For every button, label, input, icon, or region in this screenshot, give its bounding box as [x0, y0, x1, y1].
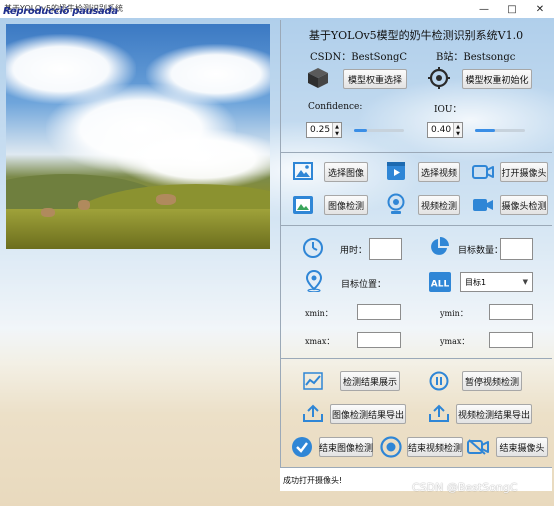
- ymin-field: [489, 304, 533, 320]
- upload-icon: [429, 404, 449, 422]
- iou-label: IOU：: [434, 105, 462, 115]
- upload-icon: [303, 404, 323, 422]
- show-results-button[interactable]: 检测结果展示: [340, 371, 400, 391]
- video-display: [6, 24, 270, 249]
- confidence-slider-fill: [354, 129, 367, 132]
- ymax-field: [489, 332, 533, 348]
- export-image-results-button[interactable]: 图像检测结果导出: [330, 404, 406, 424]
- maximize-button[interactable]: □: [498, 0, 526, 18]
- minimize-button[interactable]: —: [470, 0, 498, 18]
- cube-icon: [308, 68, 328, 88]
- bilibili-label: B站：Bestsongc: [436, 52, 516, 63]
- model-weight-init-button[interactable]: 模型权重初始化: [462, 69, 532, 89]
- status-text: 成功打开摄像头!: [283, 476, 343, 485]
- export-video-results-button[interactable]: 视频检测结果导出: [456, 404, 532, 424]
- webcam-icon: [387, 193, 405, 214]
- spin-arrows[interactable]: ▲ ▼: [332, 123, 341, 137]
- target-settings-icon: [428, 67, 450, 89]
- spin-arrows[interactable]: ▲ ▼: [453, 123, 462, 137]
- location-pin-icon: [305, 270, 323, 292]
- panel-border: [280, 20, 281, 490]
- time-label: 用时：: [340, 246, 368, 256]
- time-value-field: [369, 238, 402, 260]
- select-image-button[interactable]: 选择图像: [324, 162, 368, 182]
- section-divider: [280, 225, 552, 226]
- target-select-value: 目标1: [465, 277, 487, 287]
- end-image-detect-button[interactable]: 结束图像检测: [319, 437, 373, 457]
- app-heading: 基于YOLOv5模型的奶牛检测识别系统V1.0: [308, 29, 524, 42]
- confidence-value: 0.25: [310, 125, 331, 135]
- iou-slider[interactable]: [475, 129, 525, 132]
- check-circle-icon: [292, 437, 312, 457]
- target-select-dropdown[interactable]: 目标1 ▼: [460, 272, 533, 292]
- model-weight-select-button[interactable]: 模型权重选择: [343, 69, 407, 89]
- image-detect-button[interactable]: 图像检测: [324, 195, 368, 215]
- confidence-slider[interactable]: [354, 129, 404, 132]
- camera-detect-icon: [473, 199, 493, 211]
- section-divider: [280, 358, 552, 359]
- video-file-icon: [387, 162, 405, 180]
- pause-icon: [429, 371, 449, 391]
- iou-slider-fill: [475, 129, 495, 132]
- csdn-label: CSDN：BestSongC: [310, 52, 408, 63]
- ymax-label: ymax：: [440, 337, 470, 346]
- title-bar: 基于YOLOv5的奶牛检测识别系统 Reproducció pausada — …: [0, 0, 554, 18]
- confidence-spinbox[interactable]: 0.25 ▲ ▼: [306, 122, 342, 138]
- line-chart-icon: [303, 372, 323, 390]
- video-detect-button[interactable]: 视频检测: [418, 195, 460, 215]
- xmax-field: [357, 332, 401, 348]
- window-controls: — □ ✕: [470, 0, 554, 18]
- cow-figure: [156, 194, 176, 205]
- stop-icon: [380, 436, 402, 458]
- svg-text:ALL: ALL: [431, 280, 450, 290]
- csdn-watermark: CSDN @BestSongC: [412, 481, 518, 494]
- close-button[interactable]: ✕: [526, 0, 554, 18]
- camera-icon: [472, 165, 494, 179]
- iou-value: 0.40: [431, 125, 452, 135]
- end-video-detect-button[interactable]: 结束视频检测: [407, 437, 463, 457]
- camera-off-icon: [467, 439, 489, 455]
- ymin-label: ymin：: [440, 309, 468, 318]
- image-icon: [293, 162, 313, 180]
- image-detect-icon: [293, 196, 313, 214]
- iou-spinbox[interactable]: 0.40 ▲ ▼: [427, 122, 463, 138]
- pie-chart-icon: [431, 237, 449, 255]
- chevron-down-icon: ▼: [522, 278, 528, 286]
- confidence-label: Confidence:: [308, 102, 363, 112]
- open-camera-button[interactable]: 打开摄像头: [500, 162, 548, 182]
- end-camera-button[interactable]: 结束摄像头: [496, 437, 548, 457]
- select-video-button[interactable]: 选择视频: [418, 162, 460, 182]
- xmax-label: xmax：: [305, 337, 335, 346]
- target-count-label: 目标数量：: [458, 246, 504, 256]
- playback-overlay-title: Reproducció pausada: [3, 6, 118, 17]
- xmin-label: xmin：: [305, 309, 333, 318]
- clock-icon: [303, 238, 323, 258]
- pause-video-button[interactable]: 暂停视频检测: [462, 371, 522, 391]
- app-window: 基于YOLOv5的奶牛检测识别系统 Reproducció pausada — …: [0, 0, 554, 506]
- target-position-label: 目标位置：: [341, 280, 387, 290]
- cow-figure: [78, 200, 90, 210]
- section-divider: [280, 152, 552, 153]
- all-icon: ALL: [429, 272, 451, 292]
- xmin-field: [357, 304, 401, 320]
- cow-figure: [41, 208, 55, 217]
- target-count-field: [500, 238, 533, 260]
- camera-detect-button[interactable]: 摄像头检测: [500, 195, 548, 215]
